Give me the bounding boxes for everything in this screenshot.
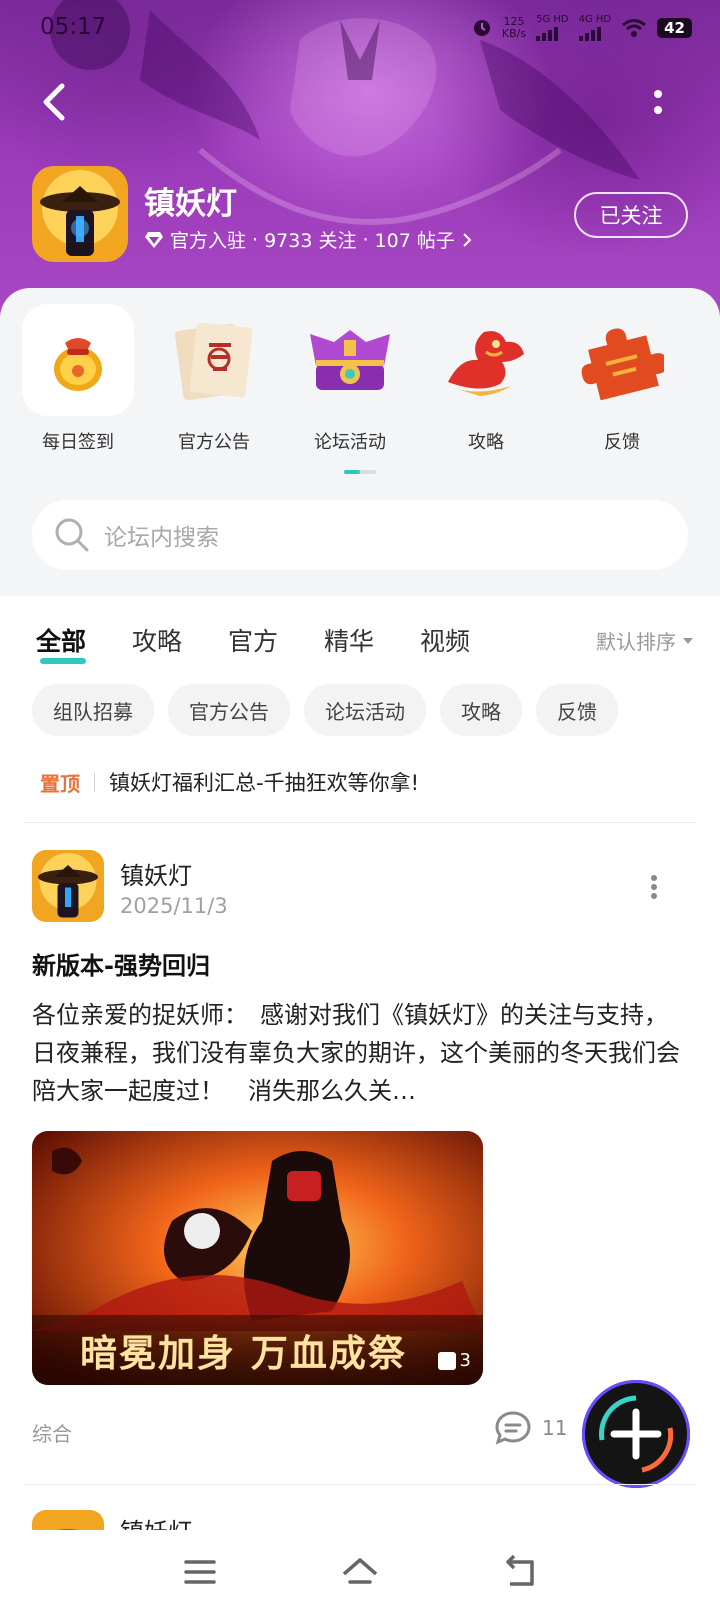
chip-announcements[interactable]: 官方公告 (168, 684, 290, 736)
divider (24, 1484, 696, 1485)
search-icon (55, 518, 89, 552)
system-navigation-bar (0, 1530, 720, 1612)
game-meta: 官方入驻 · 9733 关注 · 107 帖子 (144, 226, 473, 253)
quick-links-panel: 每日签到 官方公告 论坛活动 攻略 反馈 论坛内搜索 (0, 288, 720, 596)
post-date: 2025/11/3 (120, 894, 228, 918)
divider (24, 822, 696, 823)
red-dragon-icon (430, 304, 542, 416)
wifi-icon (622, 18, 647, 37)
posts-count[interactable]: 107 帖子 (375, 226, 455, 253)
category-chips: 组队招募 官方公告 论坛活动 攻略 反馈 (32, 684, 618, 736)
comment-icon (495, 1411, 531, 1445)
network-speed-unit: KB/s (501, 26, 527, 40)
post-author[interactable]: 镇妖灯 (120, 856, 192, 891)
image-count-badge: 3 (437, 1350, 471, 1371)
pinned-post[interactable]: 置顶 镇妖灯福利汇总-千抽狂欢等你拿! (40, 764, 419, 800)
status-time: 05:17 (40, 14, 107, 40)
cell-signal-2: 4G HD (578, 14, 612, 41)
image-count: 3 (459, 1350, 471, 1371)
network-2-label: 4G HD (578, 14, 612, 25)
quick-link-label: 论坛活动 (314, 432, 386, 453)
menu-icon[interactable] (180, 1552, 220, 1592)
back-arrow-icon[interactable] (34, 80, 74, 124)
network-speed-value: 125 (503, 14, 525, 28)
quick-link-label: 反馈 (604, 432, 640, 453)
tab-video[interactable]: 视频 (420, 622, 470, 658)
image-caption: 暗冕加身 万血成祭 (32, 1315, 483, 1385)
comment-button[interactable]: 11 (494, 1410, 567, 1446)
caret-down-icon (683, 637, 693, 644)
alarm-icon (473, 19, 490, 36)
network-1-label: 5G HD (536, 14, 569, 25)
post-filter-tabs: 全部 攻略 官方 精华 视频 默认排序 (0, 616, 720, 666)
comment-count: 11 (542, 1416, 568, 1440)
chip-team-recruit[interactable]: 组队招募 (32, 684, 154, 736)
signal-bars-2-icon (578, 25, 612, 41)
follow-button[interactable]: 已关注 (574, 192, 688, 238)
search-input[interactable]: 论坛内搜索 (32, 500, 688, 570)
chip-guides[interactable]: 攻略 (440, 684, 522, 736)
post-image[interactable]: 暗冕加身 万血成祭 3 (32, 1131, 483, 1385)
post-title[interactable]: 新版本-强势回归 (32, 946, 210, 981)
tab-guides[interactable]: 攻略 (132, 622, 182, 658)
game-title: 镇妖灯 (144, 186, 237, 222)
chip-forum-events[interactable]: 论坛活动 (304, 684, 426, 736)
pinned-badge: 置顶 (40, 771, 80, 796)
home-icon[interactable] (340, 1552, 380, 1592)
post-more-icon[interactable] (648, 872, 660, 902)
quick-link-forum-events[interactable]: 论坛活动 (290, 304, 410, 454)
quick-link-feedback[interactable]: 反馈 (562, 304, 682, 454)
game-logo (32, 166, 128, 262)
quick-link-guides[interactable]: 攻略 (426, 304, 546, 454)
tab-official[interactable]: 官方 (228, 622, 278, 658)
quick-link-announcements[interactable]: 官方公告 (154, 304, 274, 454)
sort-label: 默认排序 (596, 630, 676, 654)
next-post-avatar[interactable] (32, 1510, 104, 1530)
quick-link-daily-checkin[interactable]: 每日签到 (18, 304, 138, 454)
diamond-icon (145, 231, 163, 248)
status-icons: 125 KB/s 5G HD 4G HD 42 (472, 14, 692, 41)
create-post-button[interactable] (582, 1380, 690, 1488)
scroll-notice-icon (158, 304, 270, 416)
quick-link-label: 官方公告 (178, 432, 250, 453)
tab-all[interactable]: 全部 (36, 622, 86, 658)
more-options-icon[interactable] (648, 84, 668, 124)
tab-featured[interactable]: 精华 (324, 622, 374, 658)
plus-icon (599, 1395, 674, 1473)
carousel-indicator (344, 470, 376, 474)
network-speed: 125 KB/s (501, 14, 527, 40)
official-label: 官方入驻 (170, 230, 247, 252)
header-banner: 05:17 125 KB/s 5G HD 4G HD 42 镇妖灯 官方入驻 ·… (0, 0, 720, 320)
back-nav-icon[interactable] (500, 1552, 540, 1592)
pinned-separator (94, 772, 95, 792)
author-avatar[interactable] (32, 850, 104, 922)
post-body[interactable]: 各位亲爱的捉妖师： 感谢对我们《镇妖灯》的关注与支持，日夜兼程，我们没有辜负大家… (32, 996, 688, 1110)
meta-separator: · (362, 228, 369, 251)
post-category-tag[interactable]: 综合 (32, 1418, 72, 1447)
followers-count: 9733 关注 (264, 230, 357, 252)
chip-feedback[interactable]: 反馈 (536, 684, 618, 736)
active-tab-underline (40, 658, 86, 664)
quick-link-label: 攻略 (468, 432, 504, 453)
chevron-right-icon[interactable] (461, 231, 473, 249)
pinned-title: 镇妖灯福利汇总-千抽狂欢等你拿! (109, 771, 419, 795)
gallery-icon (437, 1351, 456, 1370)
meta-separator: · (252, 228, 259, 251)
lucky-bag-icon (22, 304, 134, 416)
quick-link-label: 每日签到 (42, 432, 114, 453)
treasure-chest-icon (294, 304, 406, 416)
battery-level: 42 (657, 17, 692, 38)
next-post-author[interactable]: 镇妖灯 (120, 1512, 192, 1530)
sort-dropdown[interactable]: 默认排序 (596, 626, 694, 655)
cell-signal-1: 5G HD (536, 14, 569, 41)
puzzle-piece-icon (566, 304, 678, 416)
signal-bars-1-icon (536, 25, 569, 41)
search-placeholder: 论坛内搜索 (104, 525, 219, 551)
status-bar: 05:17 125 KB/s 5G HD 4G HD 42 (0, 0, 720, 56)
